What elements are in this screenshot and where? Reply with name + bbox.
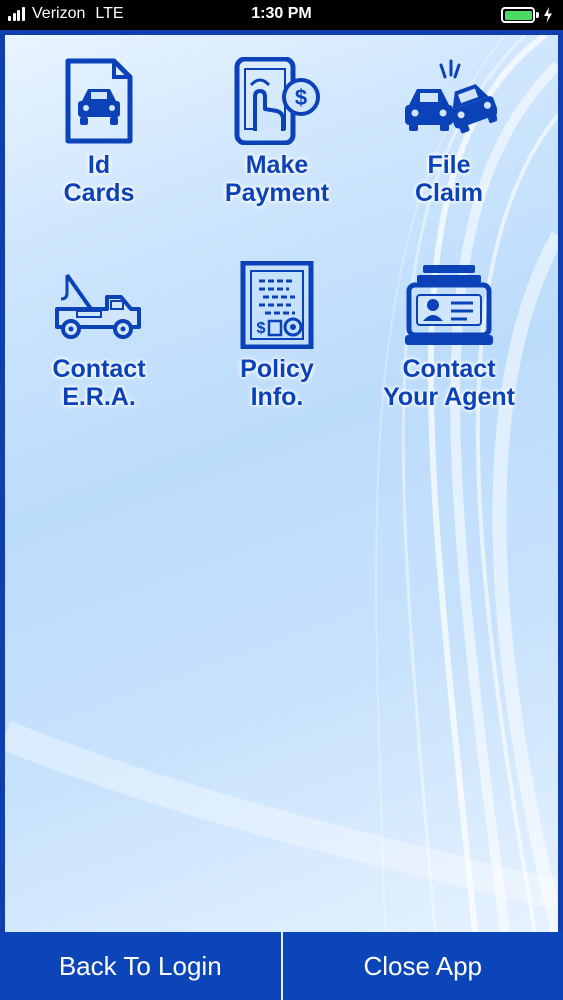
back-to-login-button[interactable]: Back To Login: [0, 932, 281, 1000]
svg-text:$: $: [257, 320, 266, 337]
battery-icon: [501, 7, 535, 23]
battery-tip: [536, 12, 539, 18]
tile-file-claim[interactable]: File Claim: [357, 57, 541, 207]
agent-contact-card-icon: [405, 265, 493, 345]
tile-contact-era[interactable]: Contact E.R.A.: [7, 261, 191, 411]
tile-id-cards[interactable]: Id Cards: [7, 57, 191, 207]
battery-fill: [504, 10, 532, 20]
status-time: 1:30 PM: [251, 5, 312, 22]
tile-make-payment[interactable]: $ Make Payment: [185, 57, 369, 207]
charging-bolt-icon: [544, 7, 552, 23]
tile-label: Id Cards: [63, 151, 135, 207]
status-right: [501, 7, 553, 23]
app-frame: Id Cards $ Make Payment File Claim Conta…: [0, 30, 563, 932]
tow-truck-icon: [55, 273, 141, 339]
mobile-payment-icon: $: [234, 57, 320, 145]
tile-label: Contact Your Agent: [383, 355, 515, 411]
tile-label: Contact E.R.A.: [52, 355, 146, 411]
tile-contact-agent[interactable]: Contact Your Agent: [357, 261, 541, 411]
close-app-button[interactable]: Close App: [283, 932, 563, 1000]
tile-label: Make Payment: [224, 151, 330, 207]
bottom-bar: Back To Login Close App: [0, 932, 563, 1000]
car-collision-icon: [405, 59, 497, 134]
policy-document-icon: $: [240, 261, 314, 349]
bottom-divider: [280, 932, 283, 1000]
tile-label: Policy Info.: [240, 355, 314, 411]
status-bar: Verizon LTE 1:30 PM: [0, 0, 563, 30]
main-panel: Id Cards $ Make Payment File Claim Conta…: [5, 35, 558, 932]
tile-policy-info[interactable]: $ Policy Info.: [185, 261, 369, 411]
svg-text:$: $: [295, 85, 307, 110]
id-card-car-icon: [65, 58, 133, 144]
tile-label: File Claim: [414, 151, 484, 207]
